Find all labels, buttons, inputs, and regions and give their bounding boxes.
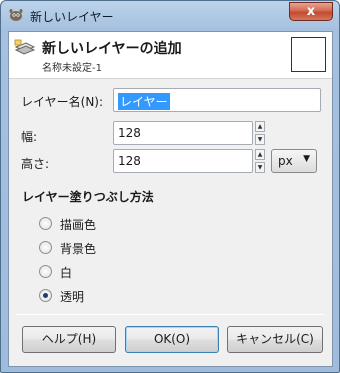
spin-up-icon[interactable]: ▲ [255, 121, 265, 132]
fill-type-title: レイヤー塗りつぶし方法 [22, 190, 154, 204]
radio-label: 背景色 [60, 242, 97, 256]
width-input[interactable]: 128 [113, 121, 253, 145]
dialog-body: 新しいレイヤーの追加 名称未設定-1 レイヤー名(N): レイヤー 幅: 128… [8, 31, 333, 367]
layer-name-input[interactable]: レイヤー [113, 88, 321, 112]
gimp-icon [9, 9, 23, 21]
dialog-header: 新しいレイヤーの追加 名称未設定-1 [9, 32, 332, 79]
height-label: 高さ: [21, 157, 50, 171]
height-input[interactable]: 128 [113, 149, 253, 173]
radio-button[interactable] [39, 217, 52, 230]
width-spinner[interactable]: ▲ ▼ [255, 121, 265, 145]
unit-value: px [278, 154, 293, 168]
window-title: 新しいレイヤー [30, 10, 114, 24]
image-name: 名称未設定-1 [42, 63, 102, 74]
layer-name-value: レイヤー [118, 93, 170, 110]
radio-button[interactable] [39, 241, 52, 254]
close-icon: x [306, 4, 316, 19]
width-value: 128 [118, 126, 141, 140]
spin-down-icon[interactable]: ▼ [255, 162, 265, 173]
height-spinner[interactable]: ▲ ▼ [255, 149, 265, 173]
spin-down-icon[interactable]: ▼ [255, 134, 265, 145]
layer-name-label: レイヤー名(N): [21, 95, 104, 109]
radio-label: 透明 [60, 290, 85, 304]
spin-up-icon[interactable]: ▲ [255, 149, 265, 160]
layer-preview [291, 37, 326, 72]
help-button[interactable]: ヘルプ(H) [22, 326, 116, 353]
height-value: 128 [118, 154, 141, 168]
radio-label: 白 [60, 266, 73, 280]
radio-button-selected[interactable] [39, 289, 52, 302]
divider [16, 314, 325, 315]
chevron-down-icon: ▼ [303, 154, 310, 164]
radio-button[interactable] [39, 265, 52, 278]
ok-button[interactable]: OK(O) [125, 326, 219, 353]
cancel-button[interactable]: キャンセル(C) [227, 326, 323, 353]
close-button[interactable]: x [289, 2, 333, 21]
radio-label: 描画色 [60, 218, 97, 232]
width-label: 幅: [21, 130, 38, 144]
new-layer-icon [14, 39, 36, 55]
header-title: 新しいレイヤーの追加 [42, 41, 182, 57]
title-bar[interactable]: 新しいレイヤー x [1, 1, 339, 31]
unit-select[interactable]: px ▼ [271, 149, 317, 173]
dialog-window: 新しいレイヤー x 新しいレイヤーの追加 名称未設定-1 レイヤー名(N): レ… [0, 0, 340, 373]
